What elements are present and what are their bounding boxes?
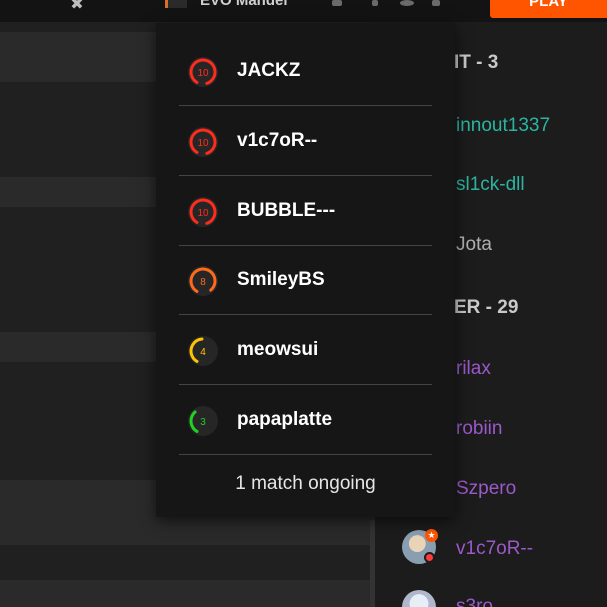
play-button[interactable]: PLAY (490, 0, 607, 18)
content-row (0, 580, 375, 607)
friend-name[interactable]: robiin (456, 418, 502, 440)
skill-level-label: 10 (197, 68, 209, 79)
player-row[interactable]: 4 meowsui (179, 316, 432, 385)
player-row[interactable]: 3 papaplatte (179, 386, 432, 455)
status-dot (424, 552, 435, 563)
player-row[interactable]: 10 JACKZ (179, 37, 432, 106)
player-name[interactable]: JACKZ (237, 60, 300, 82)
player-row[interactable]: 10 v1c7oR-- (179, 107, 432, 176)
friend-name[interactable]: rilax (456, 358, 491, 380)
player-row[interactable]: 10 BUBBLE--- (179, 177, 432, 246)
skill-level-icon: 10 (186, 125, 220, 159)
player-name[interactable]: papaplatte (237, 409, 332, 431)
player-name[interactable]: v1c7oR-- (237, 130, 317, 152)
friend-name[interactable]: Szpero (456, 478, 516, 500)
skill-level-icon: 10 (186, 55, 220, 89)
skill-level-label: 10 (197, 208, 209, 219)
party-icon[interactable] (332, 0, 342, 6)
skill-level-icon: 3 (186, 404, 220, 438)
skill-level-icon: 4 (186, 334, 220, 368)
skill-level-ring: 4 (188, 336, 218, 366)
friend-name[interactable]: innout1337 (456, 115, 550, 137)
friend-name[interactable]: Jota (456, 234, 492, 256)
group-header: ER - 29 (454, 297, 519, 318)
settings-icon[interactable] (400, 0, 414, 6)
friend-name[interactable]: v1c7oR-- (456, 538, 533, 560)
match-status-text[interactable]: 1 match ongoing (156, 473, 455, 503)
skill-level-ring: 10 (188, 127, 218, 157)
friend-name[interactable]: s3ro (456, 596, 493, 607)
player-name[interactable]: meowsui (237, 339, 318, 361)
skill-level-ring: 8 (188, 266, 218, 296)
skill-level-label: 3 (200, 417, 206, 428)
skill-level-icon: 10 (186, 195, 220, 229)
info-icon[interactable] (372, 0, 378, 6)
team-logo (165, 0, 187, 8)
avatar[interactable] (402, 590, 436, 607)
more-icon[interactable] (432, 0, 440, 6)
skill-level-label: 4 (200, 347, 206, 358)
match-players-dropdown: 10 JACKZ 10 v1c7oR-- 10 BUBBLE--- 8 Smil… (156, 23, 455, 517)
player-row[interactable]: 8 SmileyBS (179, 246, 432, 315)
team-name[interactable]: EVO Mandel (200, 0, 288, 9)
skill-level-icon: 8 (186, 264, 220, 298)
skill-level-ring: 10 (188, 197, 218, 227)
skill-level-ring: 10 (188, 57, 218, 87)
skill-level-label: 10 (197, 138, 209, 149)
tools-icon[interactable]: ✖ (68, 0, 86, 13)
skill-level-label: 8 (200, 277, 206, 288)
friend-name[interactable]: sl1ck-dll (456, 174, 525, 196)
star-icon: ★ (425, 529, 438, 542)
player-name[interactable]: SmileyBS (237, 269, 325, 291)
top-bar: ✖ EVO Mandel PLAY (0, 0, 607, 22)
skill-level-ring: 3 (188, 406, 218, 436)
group-header: IT - 3 (454, 52, 499, 73)
player-name[interactable]: BUBBLE--- (237, 200, 335, 222)
